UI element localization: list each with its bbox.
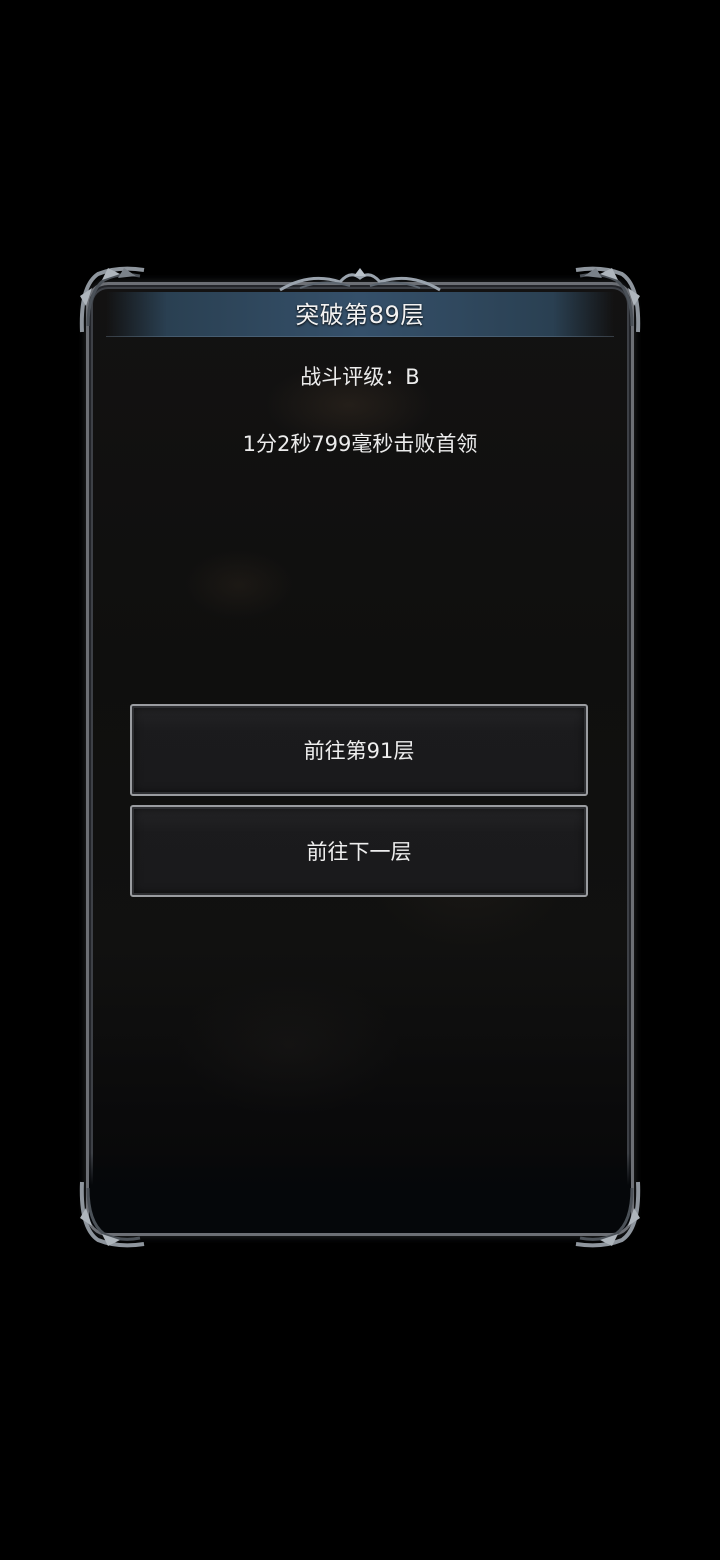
goto-floor-button[interactable]: 前往第91层: [130, 704, 588, 796]
dialog-title: 突破第89层: [295, 301, 425, 329]
result-dialog: 突破第89层 战斗评级：B 1分2秒799毫秒击败首领 前往第91层 前往下一层: [79, 266, 641, 1248]
next-floor-button-label: 前往下一层: [306, 840, 412, 864]
frame-corner-ornament-icon: [572, 1178, 642, 1248]
next-floor-button[interactable]: 前往下一层: [130, 805, 588, 897]
battle-rating: 战斗评级：B: [300, 365, 420, 389]
title-ornament-icon: [279, 268, 441, 292]
goto-floor-button-label: 前往第91层: [303, 739, 415, 763]
clear-time-result: 1分2秒799毫秒击败首领: [242, 432, 478, 456]
frame-corner-ornament-icon: [78, 1178, 148, 1248]
